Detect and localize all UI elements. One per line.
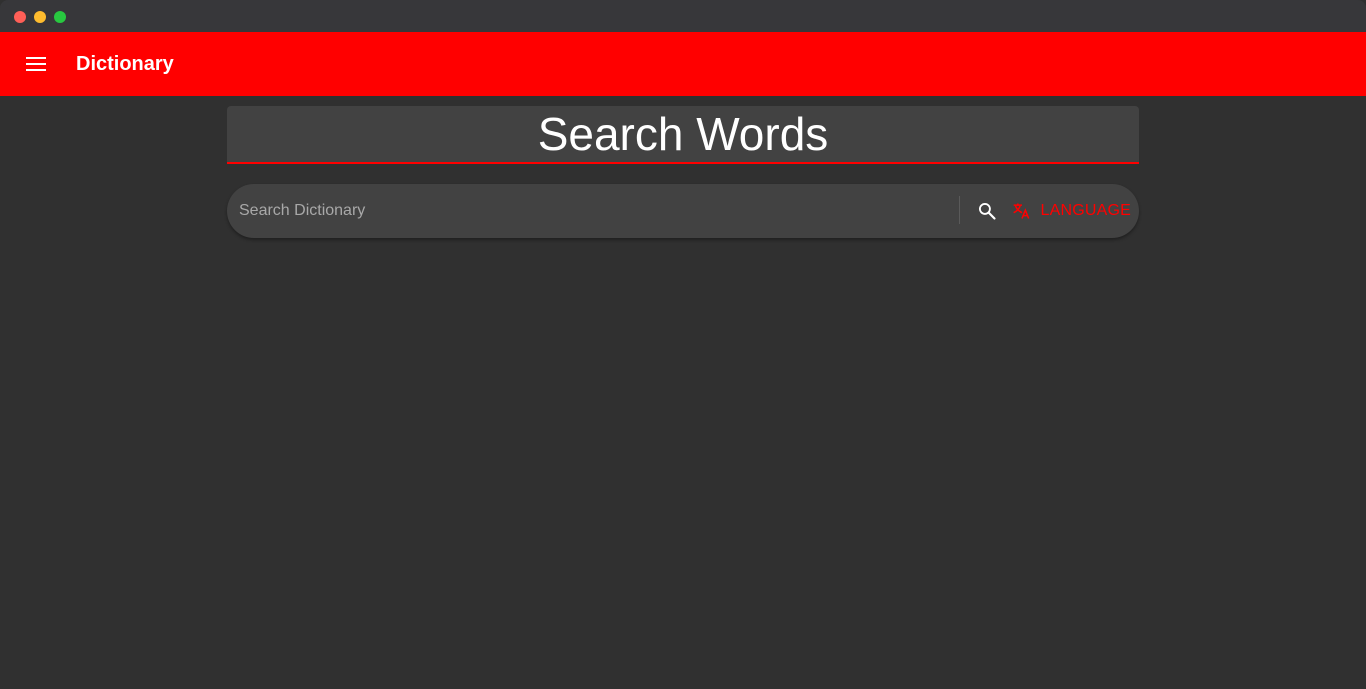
language-button[interactable]: LANGUAGE: [1011, 195, 1131, 227]
search-divider: [959, 196, 960, 224]
page-heading: Search Words: [537, 108, 829, 160]
app-window: Dictionary Search Words LANGUAGE: [0, 0, 1366, 689]
menu-button[interactable]: [14, 42, 58, 86]
window-close-button[interactable]: [14, 11, 26, 23]
translate-icon: [1011, 199, 1033, 223]
search-input[interactable]: [239, 196, 939, 226]
search-bar: LANGUAGE: [227, 184, 1139, 238]
app-title: Dictionary: [76, 53, 174, 75]
search-icon: [979, 203, 996, 220]
search-button[interactable]: [971, 195, 1003, 227]
language-label: LANGUAGE: [1040, 202, 1131, 219]
window-maximize-button[interactable]: [54, 11, 66, 23]
app-bar: Dictionary: [0, 32, 1366, 96]
window-titlebar: [0, 0, 1366, 32]
window-minimize-button[interactable]: [34, 11, 46, 23]
heading-card: Search Words: [227, 106, 1139, 164]
menu-icon: [26, 57, 46, 71]
